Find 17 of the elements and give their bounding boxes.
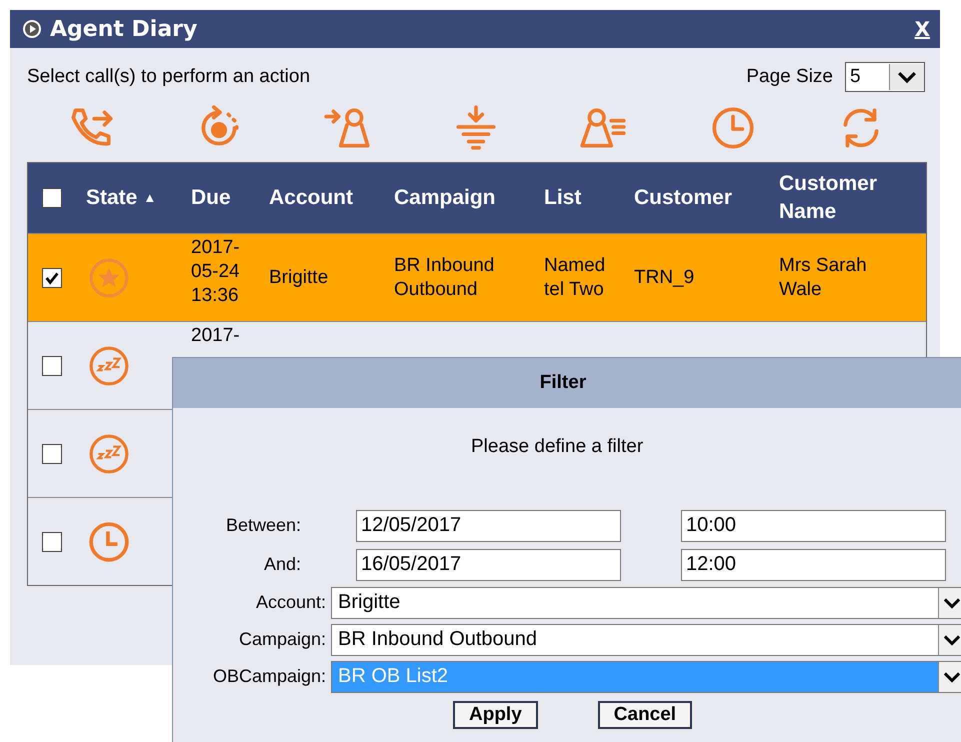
table-cell: 2017- xyxy=(191,324,240,348)
window-title: Agent Diary xyxy=(50,16,198,42)
table-cell-text: Mrs Sarah Wale xyxy=(779,254,868,302)
table-cell: TRN_9 xyxy=(634,266,694,290)
field-label: Between: xyxy=(224,515,301,536)
field-label: Account: xyxy=(254,592,326,613)
field-label: And: xyxy=(262,554,301,575)
table-cell: Brigitte xyxy=(269,266,328,290)
dialog-prompt: Please define a filter xyxy=(471,436,644,458)
page-size-label: Page Size xyxy=(746,66,833,88)
table-cell: 2017- 05-24 13:36 xyxy=(191,236,240,308)
instruction-text: Select call(s) to perform an action xyxy=(27,66,312,88)
field-label: OBCampaign: xyxy=(212,666,326,687)
table-cell-text: BR Inbound Outbound xyxy=(394,254,496,302)
dialog-title: Filter xyxy=(540,372,586,394)
table-cell-text: Named tel Two xyxy=(544,254,606,302)
field-label: Campaign: xyxy=(238,629,326,650)
